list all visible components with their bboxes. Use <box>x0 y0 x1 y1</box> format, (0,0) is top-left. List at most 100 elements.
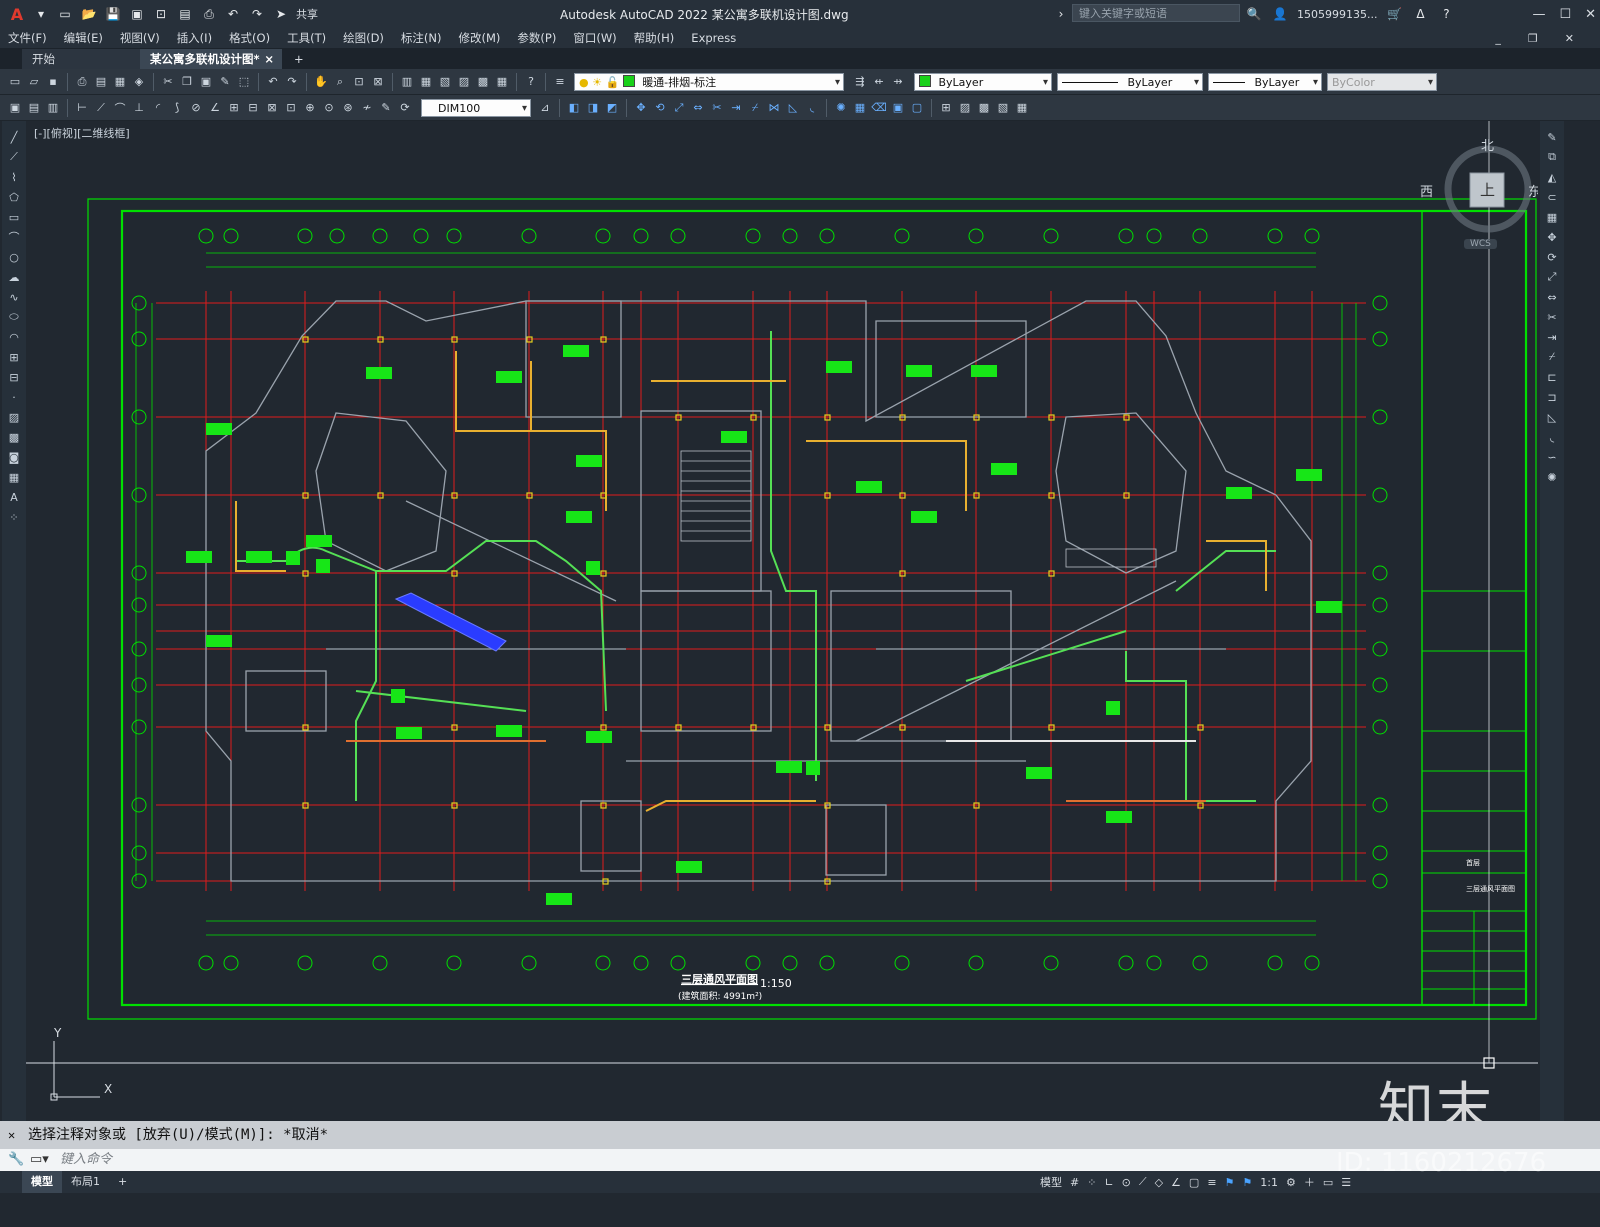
search-icon[interactable]: 🔍 <box>1245 5 1263 23</box>
inspect-icon[interactable]: ⊛ <box>339 99 357 117</box>
open-icon[interactable]: 📂 <box>80 5 98 23</box>
preview-icon[interactable]: ▤ <box>92 73 110 91</box>
command-close-icon[interactable]: ✕ <box>8 1121 15 1149</box>
stretch-icon[interactable]: ⇔ <box>689 99 707 117</box>
angular-icon[interactable]: ∠ <box>206 99 224 117</box>
layer-properties-icon[interactable]: ≡ <box>551 73 569 91</box>
sun-icon[interactable]: ☀ <box>592 76 602 89</box>
menu-dimension[interactable]: 标注(N) <box>401 30 442 46</box>
region-icon[interactable]: ▧ <box>994 99 1012 117</box>
drawing-canvas[interactable]: [-][俯视][二维线框] 三层通风平面图 首层 三层通风平面图 1:150 (… <box>26 121 1538 1121</box>
region-icon[interactable]: ◙ <box>6 449 22 465</box>
annotation-scale-icon[interactable]: ⚑ <box>1242 1176 1252 1189</box>
add-layout-button[interactable]: + <box>109 1171 136 1193</box>
compass-east[interactable]: 东 <box>1528 181 1538 200</box>
menu-express[interactable]: Express <box>691 31 736 45</box>
extend-icon[interactable]: ⇥ <box>1544 329 1560 345</box>
plot-icon[interactable]: ⎙ <box>73 73 91 91</box>
extend-icon[interactable]: ⇥ <box>727 99 745 117</box>
linetype-dropdown[interactable]: ByLayer <box>1057 72 1203 92</box>
publish-icon[interactable]: ⊡ <box>152 5 170 23</box>
menu-draw[interactable]: 绘图(D) <box>343 30 384 46</box>
explode-icon[interactable]: ✺ <box>1544 469 1560 485</box>
break-icon[interactable]: ⊏ <box>1544 369 1560 385</box>
polygon-icon[interactable]: ⬠ <box>6 189 22 205</box>
menu-parametric[interactable]: 参数(P) <box>517 30 556 46</box>
table-icon[interactable]: ▦ <box>1013 99 1031 117</box>
hatch-icon[interactable]: ▨ <box>6 409 22 425</box>
gradient-icon[interactable]: ▩ <box>975 99 993 117</box>
fillet-icon[interactable]: ◟ <box>1544 429 1560 445</box>
table-icon[interactable]: ▦ <box>6 469 22 485</box>
new-icon[interactable]: ▭ <box>56 5 74 23</box>
layer-previous-icon[interactable]: ⇷ <box>870 73 888 91</box>
rectangle-icon[interactable]: ▭ <box>6 209 22 225</box>
jogged-icon[interactable]: ⟆ <box>168 99 186 117</box>
copy-icon[interactable]: ⧉ <box>1544 149 1560 165</box>
break-icon[interactable]: ⌿ <box>746 99 764 117</box>
menu-file[interactable]: 文件(F) <box>8 30 47 46</box>
dimstyle-dropdown[interactable]: DIM100 <box>421 98 531 118</box>
point-icon[interactable]: · <box>6 389 22 405</box>
menu-modify[interactable]: 修改(M) <box>459 30 501 46</box>
new-tab-button[interactable]: + <box>284 49 306 69</box>
wcs-menu[interactable]: WCS <box>1464 239 1497 249</box>
publish-icon[interactable]: ▦ <box>111 73 129 91</box>
properties-icon[interactable]: ▥ <box>398 73 416 91</box>
layer-states-icon[interactable]: ⇸ <box>889 73 907 91</box>
linear-dim-icon[interactable]: ⊢ <box>73 99 91 117</box>
menu-insert[interactable]: 插入(I) <box>177 30 212 46</box>
saveas-icon[interactable]: ▣ <box>128 5 146 23</box>
chamfer-icon[interactable]: ◺ <box>1544 409 1560 425</box>
paste-icon[interactable]: ▣ <box>197 73 215 91</box>
array-icon[interactable]: ▦ <box>851 99 869 117</box>
circle-icon[interactable]: ○ <box>6 249 22 265</box>
zoom-previous-icon[interactable]: ⊠ <box>369 73 387 91</box>
markup-icon[interactable]: ▩ <box>474 73 492 91</box>
spline-icon[interactable]: ∿ <box>6 289 22 305</box>
maximize-icon[interactable]: ☐ <box>1559 7 1571 22</box>
pan-icon[interactable]: ✋ <box>312 73 330 91</box>
ellipse-arc-icon[interactable]: ◠ <box>6 329 22 345</box>
construction-line-icon[interactable]: ⟋ <box>6 149 22 165</box>
menu-view[interactable]: 视图(V) <box>120 30 160 46</box>
block-icon[interactable]: ⬚ <box>235 73 253 91</box>
viewcube[interactable]: 北 西 东 上 WCS <box>1420 135 1538 255</box>
mirror-icon[interactable]: ◭ <box>1544 169 1560 185</box>
lineweight-icon[interactable]: ≡ <box>1207 1176 1216 1189</box>
menu-edit[interactable]: 编辑(E) <box>64 30 103 46</box>
undo-icon[interactable]: ↶ <box>224 5 242 23</box>
add-selected-icon[interactable]: ⁘ <box>6 509 22 525</box>
command-settings-icon[interactable]: 🔧 <box>8 1149 24 1171</box>
help-icon[interactable]: ? <box>1437 5 1455 23</box>
user-name[interactable]: 1505999135... <box>1297 8 1377 21</box>
join-icon[interactable]: ⊐ <box>1544 389 1560 405</box>
zoom-window-icon[interactable]: ⊡ <box>350 73 368 91</box>
doc-minimize-icon[interactable]: _ <box>1495 32 1501 45</box>
insert-block-icon[interactable]: ⊞ <box>937 99 955 117</box>
scale-icon[interactable]: ⤢ <box>1544 269 1560 285</box>
ortho-icon[interactable]: ∟ <box>1104 1176 1113 1189</box>
isodraft-icon[interactable]: ⟋ <box>1139 1175 1147 1189</box>
erase-icon[interactable]: ⌫ <box>870 99 888 117</box>
plot-icon[interactable]: ▤ <box>176 5 194 23</box>
move-icon[interactable]: ✥ <box>1544 229 1560 245</box>
make-block-icon[interactable]: ⊟ <box>6 369 22 385</box>
undo-icon[interactable]: ↶ <box>264 73 282 91</box>
continue-icon[interactable]: ⊠ <box>263 99 281 117</box>
dynucs-icon[interactable]: ▢ <box>1189 1176 1199 1189</box>
aligned-dim-icon[interactable]: ⟋ <box>92 99 110 117</box>
doc-close-icon[interactable]: ✕ <box>1565 32 1574 45</box>
trim-icon[interactable]: ✂ <box>1544 309 1560 325</box>
dimstyle-manager-icon[interactable]: ⊿ <box>536 99 554 117</box>
tab-document[interactable]: 某公寓多联机设计图* × <box>140 49 282 69</box>
ungroup-icon[interactable]: ▢ <box>908 99 926 117</box>
viewcube-top-face[interactable]: 上 <box>1480 179 1495 200</box>
copy-object-icon[interactable]: ◧ <box>565 99 583 117</box>
workspace-icon[interactable]: ▣ <box>6 99 24 117</box>
insert-block-icon[interactable]: ⊞ <box>6 349 22 365</box>
cart-icon[interactable]: 🛒 <box>1385 5 1403 23</box>
blend-icon[interactable]: ∽ <box>1544 449 1560 465</box>
menu-window[interactable]: 窗口(W) <box>573 30 616 46</box>
compass-west[interactable]: 西 <box>1420 181 1433 200</box>
